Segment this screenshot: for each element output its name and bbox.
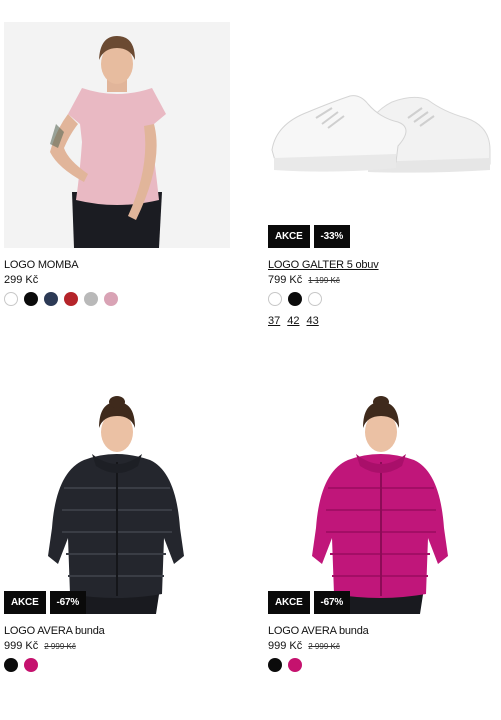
product-price: 999 Kč	[268, 640, 303, 652]
color-swatch-white[interactable]	[268, 292, 282, 306]
size-option[interactable]: 42	[287, 315, 299, 327]
product-price: 799 Kč	[268, 274, 303, 286]
product-name[interactable]: LOGO AVERA bunda	[268, 625, 494, 637]
color-swatch-magenta[interactable]	[24, 658, 38, 672]
color-swatch-black[interactable]	[24, 292, 38, 306]
color-swatch-grey[interactable]	[84, 292, 98, 306]
woman-magenta-jacket-image	[268, 388, 494, 614]
color-swatch-navy[interactable]	[44, 292, 58, 306]
product-old-price: 1 199 Kč	[308, 276, 340, 285]
product-image[interactable]: AKCE -33%	[268, 22, 494, 248]
product-card[interactable]: AKCE -33% LOGO GALTER 5 obuv 799 Kč 1 19…	[268, 22, 494, 327]
color-swatch-magenta[interactable]	[288, 658, 302, 672]
product-image[interactable]	[4, 22, 230, 248]
product-old-price: 2 999 Kč	[308, 642, 340, 651]
size-option[interactable]: 43	[307, 315, 319, 327]
product-image[interactable]: AKCE -67%	[268, 388, 494, 614]
sale-badge: AKCE	[268, 591, 310, 614]
discount-badge: -33%	[313, 225, 351, 248]
color-swatch-white[interactable]	[308, 292, 322, 306]
color-swatches	[4, 658, 230, 672]
discount-badge: -67%	[313, 591, 351, 614]
white-sneakers-image	[268, 22, 494, 248]
product-name[interactable]: LOGO GALTER 5 obuv	[268, 259, 494, 271]
color-swatch-black[interactable]	[268, 658, 282, 672]
color-swatch-pink[interactable]	[104, 292, 118, 306]
product-name[interactable]: LOGO AVERA bunda	[4, 625, 230, 637]
woman-black-jacket-image	[4, 388, 230, 614]
color-swatch-black[interactable]	[288, 292, 302, 306]
product-image[interactable]: AKCE -67%	[4, 388, 230, 614]
product-card[interactable]: AKCE -67% LOGO AVERA bunda 999 Kč 2 999 …	[268, 388, 494, 672]
sale-badge: AKCE	[268, 225, 310, 248]
product-card[interactable]: LOGO MOMBA 299 Kč	[4, 22, 230, 306]
product-price: 999 Kč	[4, 640, 39, 652]
color-swatches	[268, 292, 494, 306]
woman-pink-tshirt-image	[4, 22, 230, 248]
size-list: 37 42 43	[268, 315, 494, 327]
color-swatch-black[interactable]	[4, 658, 18, 672]
product-name[interactable]: LOGO MOMBA	[4, 259, 230, 271]
sale-badge: AKCE	[4, 591, 46, 614]
color-swatch-white[interactable]	[4, 292, 18, 306]
product-card[interactable]: AKCE -67% LOGO AVERA bunda 999 Kč 2 999 …	[4, 388, 230, 672]
color-swatch-red[interactable]	[64, 292, 78, 306]
color-swatches	[268, 658, 494, 672]
color-swatches	[4, 292, 230, 306]
product-price: 299 Kč	[4, 274, 39, 286]
size-option[interactable]: 37	[268, 315, 280, 327]
discount-badge: -67%	[49, 591, 87, 614]
product-old-price: 2 999 Kč	[44, 642, 76, 651]
